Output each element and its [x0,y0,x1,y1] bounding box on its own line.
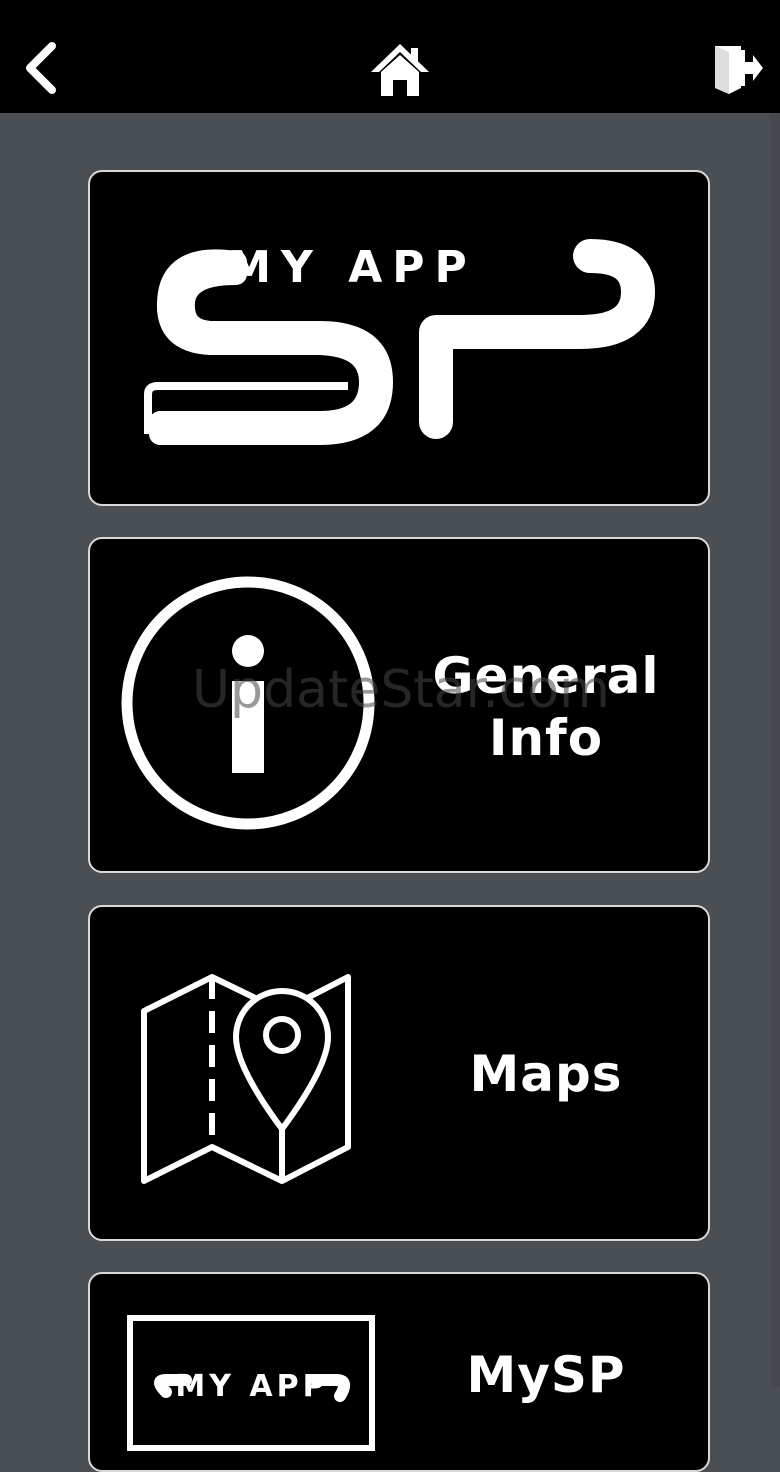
home-icon [371,44,429,96]
home-button[interactable] [364,40,436,112]
general-info-tile[interactable]: General Info [88,537,710,873]
app-logo-tile[interactable]: MY APP [88,170,710,506]
info-circle-icon [121,576,375,830]
map-pin-icon [141,974,351,1184]
maps-tile[interactable]: Maps [88,905,710,1241]
back-button[interactable] [12,40,68,112]
top-nav-bar [0,0,780,113]
scrollbar-track[interactable] [770,113,780,1387]
general-info-label-line1: General [432,647,660,705]
chevron-left-icon [26,42,56,94]
my-app-sp-logo: MY APP [144,239,655,445]
general-info-label-line2: Info [488,709,604,767]
mysp-label: MySP [466,1346,626,1404]
svg-text:MY APP: MY APP [227,242,477,293]
general-info-label: General Info [408,645,684,769]
my-app-logo-thumbnail: MY APP [127,1315,375,1451]
logout-button[interactable] [706,40,770,112]
maps-label: Maps [469,1045,623,1103]
mysp-tile[interactable]: MY APP MySP [88,1272,710,1472]
exit-door-icon [715,46,763,94]
